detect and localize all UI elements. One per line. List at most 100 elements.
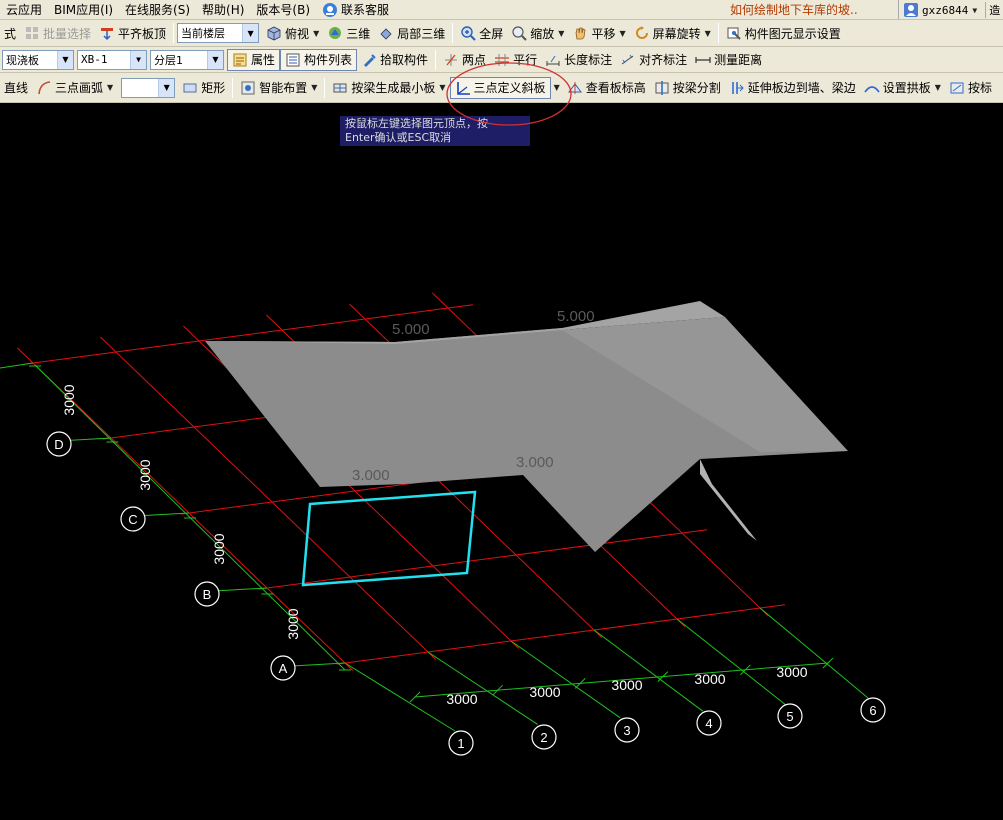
split-icon xyxy=(654,80,670,96)
component-name-select[interactable]: XB-1 ▼ xyxy=(77,49,147,70)
mode-label[interactable]: 式 xyxy=(0,22,20,44)
chevron-down-icon: ▼ xyxy=(311,83,318,92)
chevron-down-icon[interactable]: ▼ xyxy=(554,83,560,92)
set-arch-slab-button[interactable]: 设置拱板 ▼ xyxy=(860,77,945,99)
component-type-select[interactable]: 现浇板 ▼ xyxy=(2,49,74,70)
layer-select[interactable]: 分层1 ▼ xyxy=(150,49,224,70)
layer-select-value: 分层1 xyxy=(154,53,183,67)
more-button[interactable]: 按标 xyxy=(945,77,996,99)
hand-icon xyxy=(572,25,588,41)
menu-item-help[interactable]: 帮助(H) xyxy=(196,0,250,19)
align-slab-top-button[interactable]: 平齐板顶 xyxy=(95,22,170,44)
news-ticker[interactable]: 如何绘制地下车库的坡.. xyxy=(730,0,858,19)
color-select[interactable]: ▼ xyxy=(121,77,176,98)
component-list-button[interactable]: 构件列表 xyxy=(280,48,358,71)
pan-label: 平移 xyxy=(591,26,616,41)
three-point-arc-label: 三点画弧 xyxy=(55,81,104,95)
toolbar-separator xyxy=(324,77,326,98)
pick-icon xyxy=(361,52,377,68)
menu-bar: 云应用 BIM应用(I) 在线服务(S) 帮助(H) 版本号(B) 联系客服 如… xyxy=(0,0,1003,20)
top-view-button[interactable]: 俯视 ▼ xyxy=(262,22,323,44)
length-dimension-icon xyxy=(545,52,561,68)
chevron-down-icon: ▼ xyxy=(313,28,320,38)
selected-slab-outline[interactable] xyxy=(301,490,477,587)
beam-slab-icon xyxy=(332,80,348,96)
chevron-down-icon: ▼ xyxy=(558,28,565,38)
arc-icon xyxy=(36,80,52,96)
tooltip-line-1: 按鼠标左键选择图元顶点，按 xyxy=(345,117,488,130)
extra-menu[interactable]: 造 xyxy=(985,2,1000,18)
more-label: 按标 xyxy=(967,81,992,95)
extend-slab-button[interactable]: 延伸板边到墙、梁边 xyxy=(725,77,860,99)
chevron-down-icon: ▼ xyxy=(972,5,978,15)
smart-layout-button[interactable]: 智能布置 ▼ xyxy=(236,77,321,99)
tooltip-line-2: Enter确认或ESC取消 xyxy=(345,131,452,144)
menu-item-bim[interactable]: BIM应用(I) xyxy=(48,0,119,19)
parallel-button[interactable]: 平行 xyxy=(490,49,541,71)
display-settings-button[interactable]: 构件图元显示设置 xyxy=(722,22,845,44)
screen-rotate-button[interactable]: 屏幕旋转 ▼ xyxy=(630,22,715,44)
component-list-label: 构件列表 xyxy=(304,53,353,67)
screen-rotate-label: 屏幕旋转 xyxy=(652,26,701,41)
beam-min-slab-button[interactable]: 按梁生成最小板 ▼ xyxy=(328,77,449,99)
local-3d-label: 局部三维 xyxy=(397,26,446,41)
three-d-button[interactable]: 三维 xyxy=(323,22,374,44)
axis-line-col xyxy=(593,629,704,712)
length-dimension-label: 长度标注 xyxy=(564,53,613,67)
elevation-label: 5.000 xyxy=(392,321,430,338)
axis-label-row: A xyxy=(279,661,288,676)
axis-label-row: B xyxy=(203,587,212,602)
component-name-value: XB-1 xyxy=(81,53,108,66)
toolbar-draw: 直线 三点画弧 ▼ ▼ 矩形 智能布置 ▼ 按梁生成最小板 ▼ 三点定义斜板 ▼… xyxy=(0,73,1003,103)
rectangle-icon xyxy=(182,80,198,96)
three-point-arc-button[interactable]: 三点画弧 ▼ xyxy=(32,77,117,99)
properties-button[interactable]: 属性 xyxy=(227,48,281,71)
floor-select-value: 当前楼层 xyxy=(181,27,226,40)
display-settings-icon xyxy=(726,25,742,41)
fullscreen-button[interactable]: 全屏 xyxy=(456,22,507,44)
menu-item-online[interactable]: 在线服务(S) xyxy=(119,0,196,19)
pick-component-button[interactable]: 拾取构件 xyxy=(357,49,432,71)
measure-distance-button[interactable]: 测量距离 xyxy=(691,49,766,71)
split-by-beam-label: 按梁分割 xyxy=(672,81,721,95)
menu-item-version[interactable]: 版本号(B) xyxy=(250,0,316,19)
cube-icon xyxy=(266,25,282,41)
axis-label-col: 5 xyxy=(786,709,793,724)
spacing-label-x: 3000 xyxy=(776,664,807,680)
length-dimension-button[interactable]: 长度标注 xyxy=(541,49,616,71)
three-point-slope-button[interactable]: 三点定义斜板 xyxy=(449,76,551,99)
align-dimension-button[interactable]: 对齐标注 xyxy=(616,49,691,71)
slope-axis-icon xyxy=(455,80,471,96)
chevron-down-icon: ▼ xyxy=(704,28,711,38)
pan-button[interactable]: 平移 ▼ xyxy=(568,22,629,44)
cad-viewport[interactable]: 5.000 5.000 3.000 3.000 A B C D 1 2 3 4 5 6 3000… xyxy=(0,103,1003,820)
properties-icon xyxy=(232,52,248,68)
align-dimension-label: 对齐标注 xyxy=(639,53,688,67)
line-button[interactable]: 直线 xyxy=(0,77,32,99)
cad-canvas[interactable]: 5.000 5.000 3.000 3.000 A B C D 1 2 3 4 5 6 3000… xyxy=(0,103,1003,820)
split-by-beam-button[interactable]: 按梁分割 xyxy=(650,77,725,99)
user-box[interactable]: gxz6844 ▼ 造 xyxy=(898,0,1000,19)
local-3d-icon xyxy=(378,25,394,41)
three-d-icon xyxy=(327,25,343,41)
align-top-icon xyxy=(99,25,115,41)
zoom-label: 缩放 xyxy=(530,26,555,41)
local-3d-button[interactable]: 局部三维 xyxy=(374,22,449,44)
toolbar-separator xyxy=(173,23,175,43)
rectangle-button[interactable]: 矩形 xyxy=(178,77,229,99)
slope-slab-fin[interactable] xyxy=(700,459,757,541)
batch-select-button: 批量选择 xyxy=(20,22,95,44)
menu-item-cloud[interactable]: 云应用 xyxy=(0,0,48,19)
view-slab-elevation-button[interactable]: 查看板标高 xyxy=(563,77,650,99)
chevron-down-icon: ▼ xyxy=(439,83,446,92)
view-slab-elevation-label: 查看板标高 xyxy=(585,81,646,95)
zoom-button[interactable]: 缩放 ▼ xyxy=(507,22,568,44)
beam-min-slab-label: 按梁生成最小板 xyxy=(351,81,436,95)
contact-service-button[interactable]: 联系客服 xyxy=(316,0,395,19)
two-points-button[interactable]: 两点 xyxy=(439,49,490,71)
floor-select[interactable]: 当前楼层 ▼ xyxy=(177,23,260,43)
axis-line-col xyxy=(510,640,621,719)
two-points-label: 两点 xyxy=(462,53,487,67)
zoom-extent-icon xyxy=(460,25,476,41)
spacing-label-y: 3000 xyxy=(211,533,227,564)
